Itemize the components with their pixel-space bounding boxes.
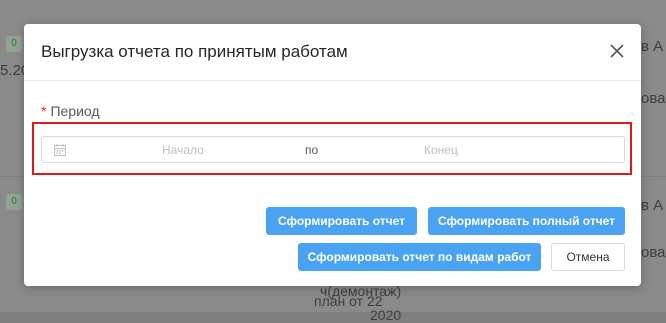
background-text: 2020 xyxy=(370,307,402,323)
report-export-modal: Выгрузка отчета по принятым работам * Пер… xyxy=(24,24,641,286)
cancel-button[interactable]: Отмена xyxy=(551,243,625,271)
form-report-by-work-types-button[interactable]: Сформировать отчет по видам работ xyxy=(298,243,541,271)
background-text: в А xyxy=(641,38,664,55)
required-mark: * xyxy=(41,103,47,119)
close-icon xyxy=(610,44,624,58)
background-text: ова" xyxy=(641,244,666,261)
period-label: * Период xyxy=(41,103,100,119)
modal-title: Выгрузка отчета по принятым работам xyxy=(41,42,348,61)
status-badge: 0 xyxy=(6,36,22,52)
background-text: в А xyxy=(641,197,664,214)
range-end-input[interactable]: Конец xyxy=(424,143,458,157)
range-separator: по xyxy=(305,143,319,157)
period-range-picker[interactable]: Начало по Конец xyxy=(41,136,625,163)
background-text: ова" xyxy=(641,90,666,107)
modal-header: Выгрузка отчета по принятым работам xyxy=(24,24,641,81)
status-badge: 0 xyxy=(6,194,22,210)
calendar-icon xyxy=(54,144,66,156)
period-label-text: Период xyxy=(50,103,100,119)
form-report-button[interactable]: Сформировать отчет xyxy=(266,207,417,235)
close-button[interactable] xyxy=(607,41,627,61)
range-start-input[interactable]: Начало xyxy=(162,143,204,157)
form-full-report-button[interactable]: Сформировать полный отчет xyxy=(428,207,625,235)
